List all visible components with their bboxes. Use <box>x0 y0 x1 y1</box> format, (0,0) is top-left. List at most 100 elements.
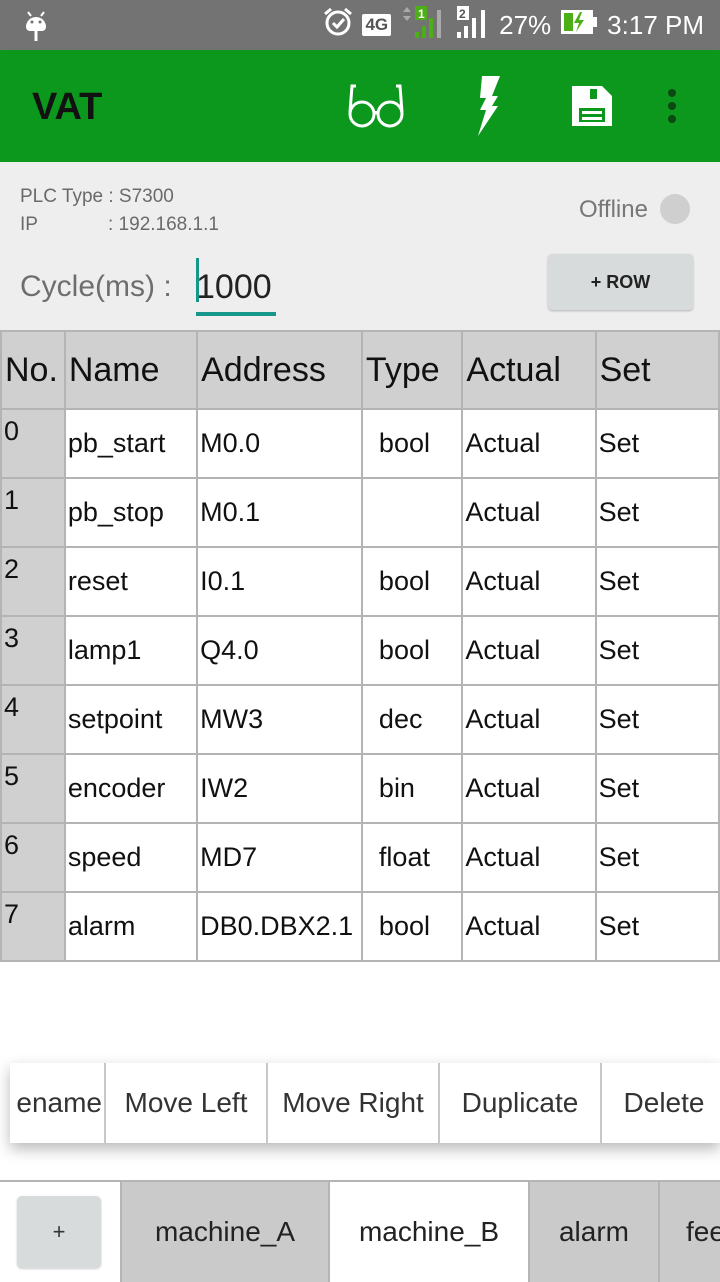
cell-actual: Actual <box>461 408 597 479</box>
app-title: VAT <box>32 86 103 128</box>
cell-type[interactable]: bool <box>360 891 464 962</box>
tab-fee[interactable]: fee <box>658 1182 720 1282</box>
cell-name[interactable]: pb_stop <box>63 477 199 548</box>
overflow-menu-icon[interactable] <box>666 88 678 129</box>
cycle-label: Cycle(ms) : <box>20 270 172 303</box>
variable-table: No. Name Address Type Actual Set 0 pb_sta… <box>0 330 720 962</box>
cell-set[interactable]: Set <box>594 684 720 755</box>
menu-item-rename[interactable]: ename <box>10 1063 106 1143</box>
tab-machine-b[interactable]: machine_B <box>328 1182 528 1282</box>
table-row[interactable]: 0 pb_start M0.0 bool Actual Set <box>0 408 720 479</box>
signal-sim2-icon: 2 <box>455 4 491 47</box>
cell-address[interactable]: Q4.0 <box>196 615 363 686</box>
header-set: Set <box>594 330 720 410</box>
cell-address[interactable]: DB0.DBX2.1 <box>196 891 363 962</box>
table-row[interactable]: 7 alarm DB0.DBX2.1 bool Actual Set <box>0 891 720 962</box>
android-debug-icon <box>24 9 48 46</box>
header-address: Address <box>196 330 363 410</box>
cell-name[interactable]: reset <box>63 546 199 617</box>
cell-no: 2 <box>0 546 66 617</box>
sheet-tabs: + machine_A machine_B alarm fee <box>0 1180 720 1282</box>
table-row[interactable]: 4 setpoint MW3 dec Actual Set <box>0 684 720 755</box>
cell-actual: Actual <box>461 891 597 962</box>
cell-type[interactable]: float <box>360 822 464 893</box>
cell-set[interactable]: Set <box>594 477 720 548</box>
menu-item-delete[interactable]: Delete <box>602 1063 720 1143</box>
connection-status-indicator <box>660 194 690 224</box>
menu-item-duplicate[interactable]: Duplicate <box>440 1063 602 1143</box>
cell-no: 3 <box>0 615 66 686</box>
table-row[interactable]: 1 pb_stop M0.1 Actual Set <box>0 477 720 548</box>
header-no: No. <box>0 330 66 410</box>
cell-actual: Actual <box>461 753 597 824</box>
network-type-badge: 4G <box>362 14 392 36</box>
tab-machine-a[interactable]: machine_A <box>120 1182 328 1282</box>
text-cursor <box>196 258 199 302</box>
ip-value: : 192.168.1.1 <box>108 214 219 235</box>
table-row[interactable]: 5 encoder IW2 bin Actual Set <box>0 753 720 824</box>
svg-text:1: 1 <box>418 7 425 21</box>
app-bar: VAT <box>0 50 720 162</box>
cell-name[interactable]: encoder <box>63 753 199 824</box>
cell-name[interactable]: lamp1 <box>63 615 199 686</box>
add-tab-button[interactable]: + <box>17 1196 101 1268</box>
cell-set[interactable]: Set <box>594 822 720 893</box>
cell-name[interactable]: alarm <box>63 891 199 962</box>
header-name: Name <box>63 330 199 410</box>
header-type: Type <box>360 330 464 410</box>
cycle-input[interactable] <box>196 262 276 316</box>
cell-set[interactable]: Set <box>594 408 720 479</box>
cell-address[interactable]: I0.1 <box>196 546 363 617</box>
flash-icon[interactable] <box>470 74 502 143</box>
cell-no: 7 <box>0 891 66 962</box>
cell-type[interactable]: dec <box>360 684 464 755</box>
svg-text:2: 2 <box>459 7 466 21</box>
cell-actual: Actual <box>461 822 597 893</box>
cell-no: 5 <box>0 753 66 824</box>
status-bar: 4G 1 2 27% 3:17 PM <box>0 0 720 50</box>
cell-no: 4 <box>0 684 66 755</box>
plc-type-label: PLC Type : S7300 <box>20 186 174 207</box>
cell-no: 0 <box>0 408 66 479</box>
cell-name[interactable]: speed <box>63 822 199 893</box>
menu-item-move-left[interactable]: Move Left <box>106 1063 268 1143</box>
table-row[interactable]: 3 lamp1 Q4.0 bool Actual Set <box>0 615 720 686</box>
glasses-icon[interactable] <box>344 80 408 137</box>
table-row[interactable]: 2 reset I0.1 bool Actual Set <box>0 546 720 617</box>
table-row[interactable]: 6 speed MD7 float Actual Set <box>0 822 720 893</box>
cell-address[interactable]: MW3 <box>196 684 363 755</box>
cell-address[interactable]: M0.1 <box>196 477 363 548</box>
header-actual: Actual <box>461 330 597 410</box>
cell-set[interactable]: Set <box>594 546 720 617</box>
cell-actual: Actual <box>461 684 597 755</box>
tab-context-menu: ename Move Left Move Right Duplicate Del… <box>10 1063 720 1143</box>
signal-sim1-icon: 1 <box>399 4 447 47</box>
cell-address[interactable]: IW2 <box>196 753 363 824</box>
cell-type[interactable]: bool <box>360 546 464 617</box>
ip-label: IP <box>20 214 38 235</box>
cell-no: 6 <box>0 822 66 893</box>
cell-name[interactable]: pb_start <box>63 408 199 479</box>
cell-set[interactable]: Set <box>594 615 720 686</box>
cell-actual: Actual <box>461 477 597 548</box>
save-icon[interactable] <box>572 86 612 131</box>
menu-item-move-right[interactable]: Move Right <box>268 1063 440 1143</box>
cell-set[interactable]: Set <box>594 753 720 824</box>
battery-percent: 27% <box>499 9 552 40</box>
battery-charging-icon <box>559 8 599 43</box>
add-row-button[interactable]: + ROW <box>548 254 693 310</box>
connection-status: Offline <box>579 196 648 223</box>
tab-alarm[interactable]: alarm <box>528 1182 658 1282</box>
cell-type[interactable] <box>360 477 464 548</box>
cell-type[interactable]: bin <box>360 753 464 824</box>
clock: 3:17 PM <box>607 9 704 40</box>
cell-actual: Actual <box>461 615 597 686</box>
cell-actual: Actual <box>461 546 597 617</box>
cell-type[interactable]: bool <box>360 615 464 686</box>
cell-set[interactable]: Set <box>594 891 720 962</box>
cell-name[interactable]: setpoint <box>63 684 199 755</box>
cell-type[interactable]: bool <box>360 408 464 479</box>
cell-address[interactable]: MD7 <box>196 822 363 893</box>
alarm-clock-icon <box>322 6 354 45</box>
cell-address[interactable]: M0.0 <box>196 408 363 479</box>
